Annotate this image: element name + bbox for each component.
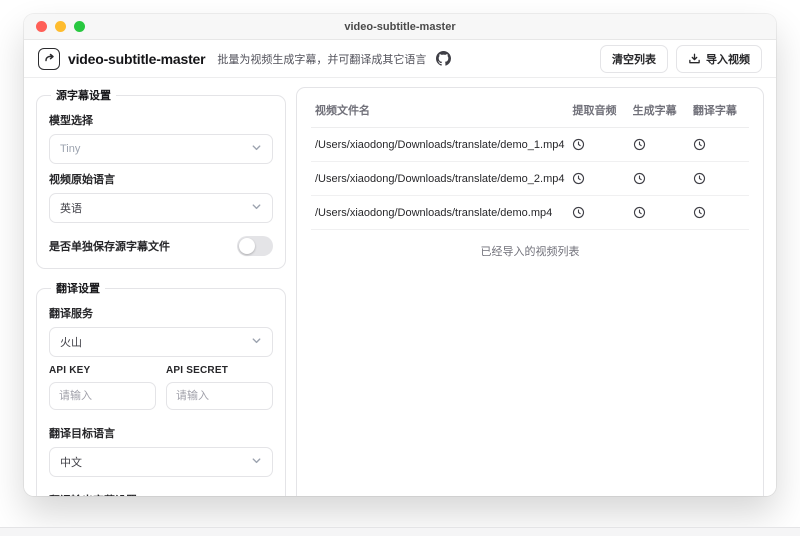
model-select-label: 模型选择 — [49, 115, 93, 127]
api-secret-label: API SECRET — [166, 365, 229, 376]
column-generate-subtitle: 生成字幕 — [628, 92, 689, 128]
import-video-button[interactable]: 导入视频 — [676, 44, 762, 73]
main-content: 源字幕设置 模型选择 Tiny 视频原始语言 英语 是否单独保存源字幕文件 翻译… — [24, 78, 776, 496]
translation-settings-group: 翻译设置 翻译服务 火山 API KEY API SECRET — [36, 280, 286, 496]
video-list-panel: 视频文件名 提取音频 生成字幕 翻译字幕 /Users/xiaodong/Dow… — [296, 87, 764, 496]
pending-status-icon — [572, 138, 585, 151]
save-source-subtitle-label: 是否单独保存源字幕文件 — [49, 241, 170, 253]
pending-status-icon — [633, 206, 646, 219]
model-select-value: Tiny — [60, 143, 81, 155]
translation-service-select[interactable]: 火山 — [49, 327, 273, 357]
api-credentials-row: API KEY API SECRET — [49, 357, 273, 410]
toggle-knob — [239, 238, 255, 254]
source-subtitle-settings-group: 源字幕设置 模型选择 Tiny 视频原始语言 英语 是否单独保存源字幕文件 — [36, 87, 286, 269]
chevron-down-icon — [251, 335, 262, 349]
pending-status-icon — [633, 138, 646, 151]
table-row: /Users/xiaodong/Downloads/translate/demo… — [311, 195, 749, 230]
import-icon — [688, 52, 701, 65]
pending-status-icon — [572, 206, 585, 219]
translation-service-label: 翻译服务 — [49, 308, 93, 320]
target-language-label: 翻译目标语言 — [49, 428, 115, 440]
header-actions: 清空列表 导入视频 — [600, 44, 762, 73]
target-language-select[interactable]: 中文 — [49, 447, 273, 477]
api-key-cell: API KEY — [49, 357, 156, 410]
github-icon[interactable] — [436, 51, 452, 66]
output-mode-label: 翻译输出字幕设置 — [49, 492, 273, 496]
column-filename: 视频文件名 — [311, 92, 569, 128]
api-key-input[interactable] — [49, 382, 156, 410]
settings-sidebar: 源字幕设置 模型选择 Tiny 视频原始语言 英语 是否单独保存源字幕文件 翻译… — [36, 87, 286, 496]
table-row: /Users/xiaodong/Downloads/translate/demo… — [311, 127, 749, 162]
original-language-value: 英语 — [60, 203, 82, 215]
table-row: /Users/xiaodong/Downloads/translate/demo… — [311, 161, 749, 196]
pending-status-icon — [693, 172, 706, 185]
target-language-value: 中文 — [60, 457, 82, 469]
desktop-bottom-strip — [0, 527, 800, 536]
chevron-down-icon — [251, 455, 262, 469]
pending-status-icon — [572, 172, 585, 185]
chevron-down-icon — [251, 201, 262, 215]
source-settings-legend: 源字幕设置 — [56, 90, 111, 102]
video-file-path: /Users/xiaodong/Downloads/translate/demo… — [311, 161, 569, 196]
app-logo-icon — [38, 47, 60, 70]
clear-list-label: 清空列表 — [612, 53, 656, 66]
pending-status-icon — [693, 138, 706, 151]
pending-status-icon — [633, 172, 646, 185]
save-source-subtitle-row: 是否单独保存源字幕文件 — [49, 236, 273, 256]
video-file-path: /Users/xiaodong/Downloads/translate/demo… — [311, 195, 569, 230]
column-extract-audio: 提取音频 — [568, 92, 629, 128]
api-secret-cell: API SECRET — [166, 357, 273, 410]
original-language-select[interactable]: 英语 — [49, 193, 273, 223]
pending-status-icon — [693, 206, 706, 219]
api-secret-input[interactable] — [166, 382, 273, 410]
app-subtitle: 批量为视频生成字幕，并可翻译成其它语言 — [217, 53, 427, 66]
app-header: video-subtitle-master 批量为视频生成字幕，并可翻译成其它语… — [24, 40, 776, 78]
import-video-label: 导入视频 — [706, 53, 750, 66]
video-table-header: 视频文件名 提取音频 生成字幕 翻译字幕 — [311, 92, 749, 128]
original-language-label: 视频原始语言 — [49, 174, 115, 186]
window-title: video-subtitle-master — [344, 20, 456, 33]
video-file-path: /Users/xiaodong/Downloads/translate/demo… — [311, 127, 569, 162]
api-key-label: API KEY — [49, 365, 91, 376]
chevron-down-icon — [251, 142, 262, 156]
model-select[interactable]: Tiny — [49, 134, 273, 164]
app-title: video-subtitle-master — [68, 50, 206, 67]
translation-service-value: 火山 — [60, 337, 82, 349]
titlebar: video-subtitle-master — [24, 14, 776, 40]
video-table: 视频文件名 提取音频 生成字幕 翻译字幕 /Users/xiaodong/Dow… — [311, 92, 749, 230]
imported-videos-caption: 已经导入的视频列表 — [480, 246, 580, 258]
column-translate-subtitle: 翻译字幕 — [688, 92, 749, 128]
clear-list-button[interactable]: 清空列表 — [600, 44, 668, 73]
save-source-subtitle-toggle[interactable] — [237, 236, 273, 256]
translation-settings-legend: 翻译设置 — [56, 283, 100, 295]
app-window: video-subtitle-master video-subtitle-mas… — [24, 14, 776, 496]
